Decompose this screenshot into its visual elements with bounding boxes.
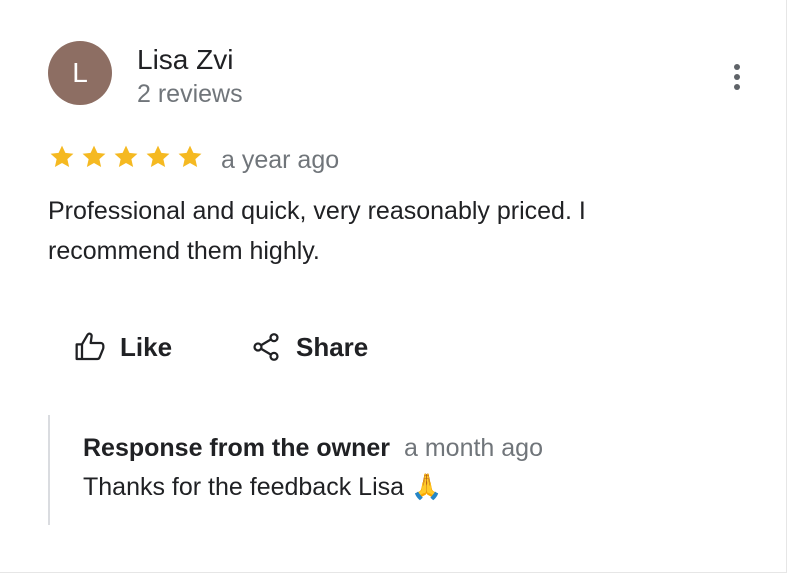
- star-icon: [178, 145, 202, 168]
- review-card: L Lisa Zvi 2 reviews a year ago Professi…: [0, 0, 787, 573]
- avatar-initial: L: [72, 57, 88, 88]
- avatar[interactable]: L: [48, 41, 112, 105]
- reviewer-name[interactable]: Lisa Zvi: [137, 44, 233, 76]
- more-vert-icon: [734, 64, 740, 70]
- star-rating: [48, 143, 204, 171]
- star-icon: [82, 145, 106, 168]
- thumb-up-icon: [74, 331, 106, 363]
- reviewer-review-count[interactable]: 2 reviews: [137, 79, 243, 109]
- owner-response-heading: Response from the owner: [83, 434, 390, 462]
- star-icon: [114, 145, 138, 168]
- review-text: Professional and quick, very reasonably …: [48, 197, 586, 265]
- like-label: Like: [120, 331, 173, 362]
- star-icon: [50, 145, 74, 168]
- more-options-button[interactable]: [720, 60, 754, 94]
- owner-response: Response from the owner a month ago Thank…: [48, 415, 690, 525]
- owner-response-header: Response from the owner a month ago: [83, 432, 543, 464]
- review-time: a year ago: [221, 146, 340, 174]
- star-icon: [146, 145, 170, 168]
- owner-response-text: Thanks for the feedback Lisa 🙏: [83, 473, 443, 501]
- owner-response-time: a month ago: [404, 434, 543, 462]
- like-button[interactable]: Like: [74, 328, 172, 366]
- share-icon: [250, 331, 282, 363]
- share-label: Share: [296, 331, 369, 362]
- share-button[interactable]: Share: [250, 328, 368, 366]
